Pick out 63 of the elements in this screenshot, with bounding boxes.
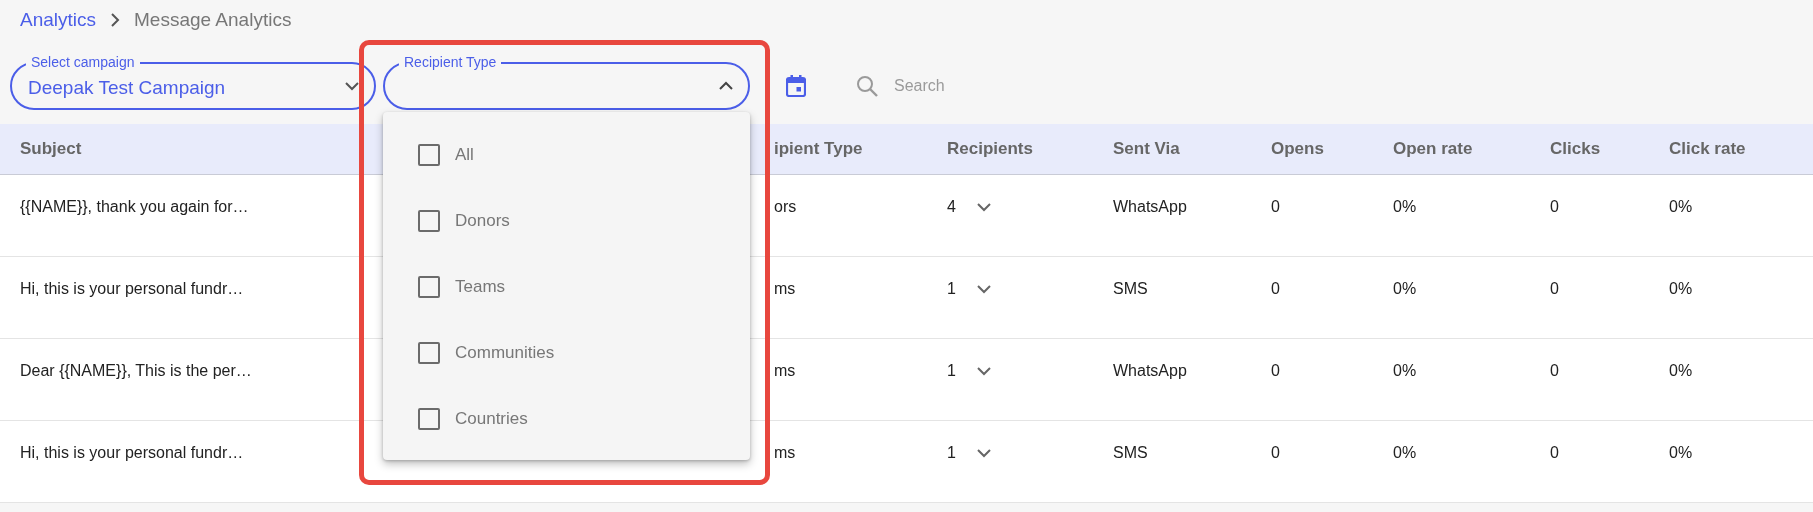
column-header: ipient Type — [774, 139, 863, 159]
chevron-right-icon — [110, 13, 121, 27]
table-cell: 0 — [1550, 279, 1559, 298]
table-cell: 0% — [1393, 361, 1417, 380]
table-cell: WhatsApp — [1113, 361, 1187, 380]
table-cell: 0% — [1669, 279, 1693, 298]
table-cell: ors — [774, 197, 797, 216]
option-label[interactable]: Donors — [455, 211, 510, 231]
option-label[interactable]: Teams — [455, 277, 506, 297]
table-cell: 0% — [1393, 197, 1417, 216]
column-header: Clicks — [1550, 139, 1601, 159]
breadcrumb-current: Message Analytics — [134, 9, 292, 31]
table-cell: 0 — [1271, 279, 1280, 298]
column-header: Subject — [20, 139, 82, 159]
table-cell: Hi, this is your personal fundr… — [20, 279, 244, 298]
table-cell: 0 — [1550, 361, 1559, 380]
column-header: Sent Via — [1113, 139, 1180, 159]
table-cell: 0% — [1669, 361, 1693, 380]
checkbox[interactable] — [418, 210, 440, 232]
table-cell: ms — [774, 443, 796, 462]
column-header: Opens — [1271, 139, 1324, 159]
chevron-up-icon[interactable] — [718, 80, 734, 91]
table-cell: Dear {{NAME}}, This is the per… — [20, 361, 252, 380]
table-cell: SMS — [1113, 443, 1148, 462]
table-cell: 1 — [947, 443, 956, 462]
table-cell: ms — [774, 279, 796, 298]
expand-chevron-icon[interactable] — [975, 365, 992, 376]
checkbox[interactable] — [418, 276, 440, 298]
checkbox[interactable] — [418, 342, 440, 364]
table-cell: Hi, this is your personal fundr… — [20, 443, 244, 462]
expand-chevron-icon[interactable] — [975, 201, 992, 212]
table-cell: 0 — [1271, 443, 1280, 462]
table-cell: WhatsApp — [1113, 197, 1187, 216]
search-field[interactable]: Search — [892, 75, 1096, 96]
table-cell: 0% — [1669, 197, 1693, 216]
checkbox[interactable] — [418, 144, 440, 166]
option-label[interactable]: Countries — [455, 409, 528, 429]
option-label[interactable]: All — [455, 145, 474, 165]
table-cell: 1 — [947, 279, 956, 298]
table-cell: SMS — [1113, 279, 1148, 298]
table-cell: 0% — [1393, 279, 1417, 298]
option-label[interactable]: Communities — [455, 343, 555, 363]
select-value: Deepak Test Campaign — [28, 76, 226, 99]
expand-chevron-icon[interactable] — [975, 447, 992, 458]
column-header: Open rate — [1393, 139, 1473, 159]
breadcrumb-link[interactable]: Analytics — [20, 9, 97, 31]
column-header: Recipients — [947, 139, 1033, 159]
calendar-icon[interactable] — [786, 74, 806, 97]
table-cell: 0% — [1393, 443, 1417, 462]
table-cell: 0 — [1550, 443, 1559, 462]
table-cell: ms — [774, 361, 796, 380]
table-cell: {{NAME}}, thank you again for… — [20, 197, 249, 216]
column-header: Click rate — [1669, 139, 1746, 159]
table-cell: 4 — [947, 197, 956, 216]
table-cell: 0% — [1669, 443, 1693, 462]
chevron-down-icon[interactable] — [344, 80, 360, 91]
checkbox[interactable] — [418, 408, 440, 430]
table-cell: 0 — [1550, 197, 1559, 216]
expand-chevron-icon[interactable] — [975, 283, 992, 294]
table-cell: 0 — [1271, 197, 1280, 216]
search-icon[interactable] — [856, 74, 878, 97]
table-cell: 1 — [947, 361, 956, 380]
table-cell: 0 — [1271, 361, 1280, 380]
